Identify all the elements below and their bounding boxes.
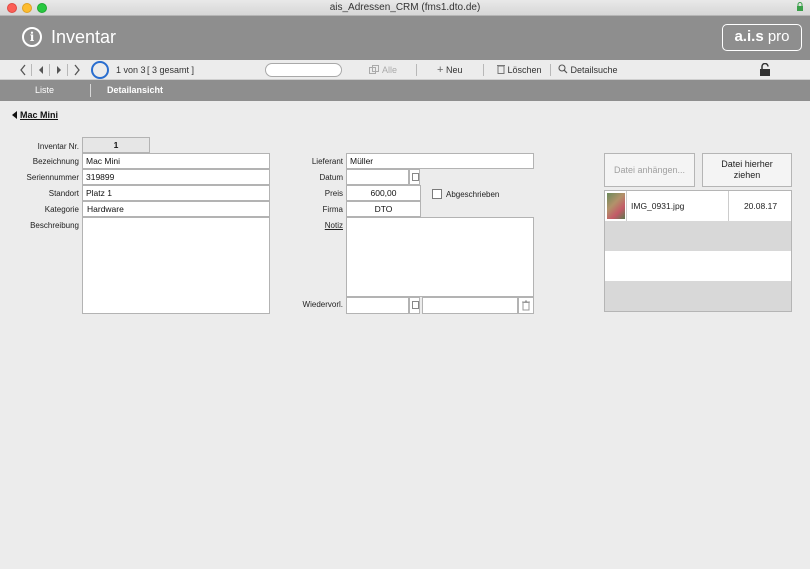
abgeschrieben-checkbox[interactable] bbox=[432, 189, 442, 199]
first-record-button[interactable] bbox=[18, 60, 28, 80]
drop-file-zone-button[interactable]: Datei hierher ziehen bbox=[702, 153, 792, 187]
last-record-button[interactable] bbox=[72, 60, 82, 80]
delete-record-button[interactable]: Löschen bbox=[497, 60, 542, 80]
toolbar-separator bbox=[67, 64, 68, 76]
kategorie-label: Kategorie bbox=[44, 205, 79, 214]
abgeschrieben-label: Abgeschrieben bbox=[446, 190, 500, 199]
next-record-button[interactable] bbox=[54, 60, 64, 80]
page-title: Inventar bbox=[51, 27, 117, 47]
toolbar-separator bbox=[31, 64, 32, 76]
window-titlebar: ais_Adressen_CRM (fms1.dto.de) bbox=[0, 0, 810, 16]
show-all-button[interactable]: Alle bbox=[369, 60, 397, 80]
records-icon bbox=[369, 65, 379, 74]
tab-detailansicht[interactable]: Detailansicht bbox=[107, 80, 163, 101]
toolbar-separator bbox=[49, 64, 50, 76]
datum-label: Datum bbox=[319, 173, 343, 182]
secure-connection-icon bbox=[796, 2, 804, 12]
image-thumbnail bbox=[607, 193, 625, 219]
detail-search-button[interactable]: Detailsuche bbox=[558, 60, 618, 80]
wiedervorl-calendar-icon[interactable] bbox=[409, 297, 420, 314]
bezeichnung-field[interactable]: Mac Mini bbox=[82, 153, 270, 169]
record-position: 1 von 3 bbox=[116, 65, 146, 75]
record-toolbar: 1 von 3 [ 3 gesamt ] Alle + Neu Löschen … bbox=[0, 60, 810, 80]
back-to-list-link[interactable]: Mac Mini bbox=[12, 110, 58, 120]
wiedervorl-delete-button[interactable] bbox=[518, 297, 534, 314]
attachment-date: 20.08.17 bbox=[743, 201, 778, 211]
kategorie-field[interactable]: Hardware bbox=[82, 201, 270, 217]
beschreibung-field[interactable] bbox=[82, 217, 270, 314]
trash-icon bbox=[522, 300, 530, 311]
back-arrow-icon bbox=[12, 111, 17, 119]
attachment-empty-row bbox=[605, 221, 791, 251]
tab-liste[interactable]: Liste bbox=[35, 80, 54, 101]
previous-record-button[interactable] bbox=[36, 60, 46, 80]
attachment-empty-row bbox=[605, 281, 791, 311]
firma-label: Firma bbox=[322, 205, 343, 214]
standort-label: Standort bbox=[48, 189, 79, 198]
toolbar-separator bbox=[416, 64, 417, 76]
datum-field[interactable] bbox=[346, 169, 409, 185]
wiedervorl-text-field[interactable] bbox=[422, 297, 518, 314]
inventar-nr-label: Inventar Nr. bbox=[37, 142, 79, 151]
preis-label: Preis bbox=[324, 189, 343, 198]
window-title: ais_Adressen_CRM (fms1.dto.de) bbox=[329, 2, 481, 13]
beschreibung-label: Beschreibung bbox=[30, 221, 79, 230]
preis-field[interactable]: 600,00 bbox=[346, 185, 421, 201]
lieferant-field[interactable]: Müller bbox=[346, 153, 534, 169]
search-icon bbox=[558, 64, 568, 74]
inventar-nr-field: 1 bbox=[82, 137, 150, 153]
toolbar-separator bbox=[550, 64, 551, 76]
attach-file-button[interactable]: Datei anhängen... bbox=[604, 153, 695, 187]
app-header: i Inventar a.i.s pro bbox=[0, 16, 810, 60]
firma-field[interactable]: DTO bbox=[346, 201, 421, 217]
attachment-empty-row bbox=[605, 251, 791, 281]
standort-field[interactable]: Platz 1 bbox=[82, 185, 270, 201]
seriennummer-label: Seriennummer bbox=[26, 173, 79, 182]
lieferant-label: Lieferant bbox=[311, 157, 343, 166]
record-status-circle-icon[interactable] bbox=[91, 61, 109, 79]
notiz-field[interactable] bbox=[346, 217, 534, 297]
attachment-list: IMG_0931.jpg 20.08.17 bbox=[604, 190, 792, 312]
ais-pro-logo: a.i.s pro bbox=[722, 24, 802, 51]
view-tabbar: Liste Detailansicht bbox=[0, 80, 810, 101]
datum-calendar-icon[interactable] bbox=[409, 169, 420, 185]
trash-icon bbox=[497, 65, 505, 74]
attachment-filename: IMG_0931.jpg bbox=[626, 191, 729, 221]
new-record-button[interactable]: + Neu bbox=[437, 60, 462, 80]
record-total: [ 3 gesamt ] bbox=[147, 65, 195, 75]
seriennummer-field[interactable]: 319899 bbox=[82, 169, 270, 185]
toolbar-separator bbox=[483, 64, 484, 76]
quick-search-input[interactable] bbox=[265, 63, 342, 77]
tab-separator bbox=[90, 84, 91, 97]
notiz-label[interactable]: Notiz bbox=[280, 221, 343, 230]
plus-icon: + bbox=[437, 64, 444, 76]
wiedervorl-label: Wiedervorl. bbox=[302, 300, 343, 309]
info-icon[interactable]: i bbox=[22, 27, 42, 47]
unlock-icon[interactable] bbox=[759, 62, 771, 77]
bezeichnung-label: Bezeichnung bbox=[32, 157, 79, 166]
attachment-row[interactable]: IMG_0931.jpg 20.08.17 bbox=[605, 191, 791, 221]
wiedervorl-date-field[interactable] bbox=[346, 297, 409, 314]
